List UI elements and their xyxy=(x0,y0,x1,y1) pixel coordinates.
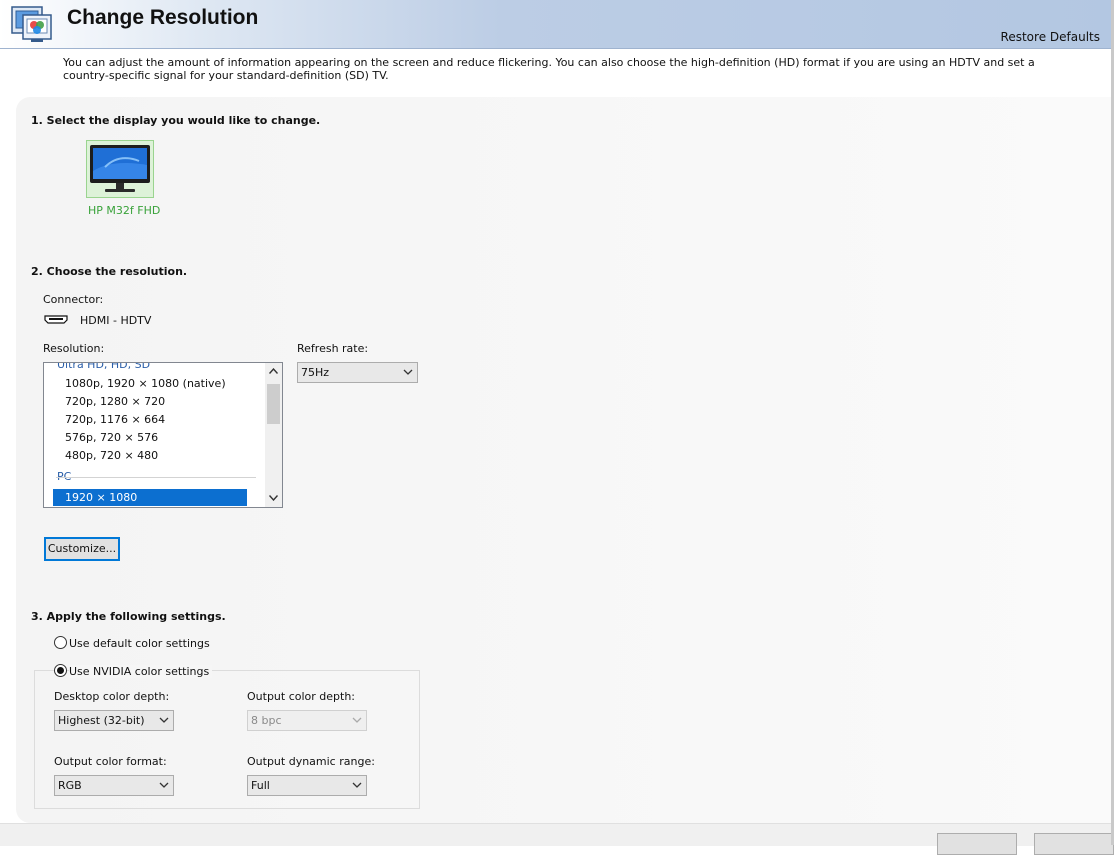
list-item[interactable]: 720p, 1176 × 664 xyxy=(53,411,247,428)
output-format-label: Output color format: xyxy=(54,755,167,768)
section1-heading: 1. Select the display you would like to … xyxy=(31,114,321,127)
output-depth-select: 8 bpc xyxy=(247,710,367,731)
radio-nvidia-color[interactable] xyxy=(54,664,67,677)
section2-heading: 2. Choose the resolution. xyxy=(31,265,188,278)
resolution-label: Resolution: xyxy=(43,342,105,355)
connector-label: Connector: xyxy=(43,293,104,306)
desktop-depth-label: Desktop color depth: xyxy=(54,690,170,703)
resolution-scrollbar[interactable] xyxy=(265,363,282,507)
list-item[interactable]: 480p, 720 × 480 xyxy=(53,447,247,464)
list-item[interactable]: 576p, 720 × 576 xyxy=(53,429,247,446)
display-name: HP M32f FHD xyxy=(88,204,161,217)
desktop-depth-select[interactable]: Highest (32-bit) xyxy=(54,710,174,731)
customize-button[interactable]: Customize... xyxy=(44,537,120,561)
page-description: You can adjust the amount of information… xyxy=(63,56,1035,82)
monitor-icon xyxy=(90,145,150,192)
output-range-select[interactable]: Full xyxy=(247,775,367,796)
refresh-rate-select[interactable]: 75Hz xyxy=(297,362,418,383)
display-tile[interactable] xyxy=(86,140,154,198)
chevron-down-icon xyxy=(159,782,169,788)
page-header: Change Resolution Restore Defaults xyxy=(0,0,1114,49)
scrollbar-thumb[interactable] xyxy=(267,384,280,424)
output-depth-label: Output color depth: xyxy=(247,690,356,703)
scroll-up-icon[interactable] xyxy=(265,363,282,380)
radio-default-color[interactable] xyxy=(54,636,67,649)
list-item[interactable]: 1080p, 1920 × 1080 (native) xyxy=(53,375,247,392)
display-settings-icon xyxy=(11,6,52,42)
resolution-listbox[interactable]: Ultra HD, HD, SD 1080p, 1920 × 1080 (nat… xyxy=(43,362,283,508)
output-range-label: Output dynamic range: xyxy=(247,755,375,768)
list-item-selected[interactable]: 1920 × 1080 xyxy=(53,489,247,506)
radio-nvidia-color-label[interactable]: Use NVIDIA color settings xyxy=(69,665,213,678)
scroll-down-icon[interactable] xyxy=(265,490,282,507)
desktop-depth-value: Highest (32-bit) xyxy=(58,714,145,727)
chevron-down-icon xyxy=(159,717,169,723)
restore-defaults-link[interactable]: Restore Defaults xyxy=(1001,30,1100,44)
section3-heading: 3. Apply the following settings. xyxy=(31,610,226,623)
page-title: Change Resolution xyxy=(67,6,259,29)
radio-default-color-label[interactable]: Use default color settings xyxy=(69,637,210,650)
hdmi-connector-icon xyxy=(44,315,68,324)
chevron-down-icon xyxy=(352,717,362,723)
list-item[interactable]: 720p, 1280 × 720 xyxy=(53,393,247,410)
chevron-down-icon xyxy=(352,782,362,788)
refresh-rate-label: Refresh rate: xyxy=(297,342,369,355)
output-format-select[interactable]: RGB xyxy=(54,775,174,796)
apply-button[interactable] xyxy=(937,833,1017,855)
output-depth-value: 8 bpc xyxy=(251,714,282,727)
chevron-down-icon xyxy=(403,369,413,375)
output-range-value: Full xyxy=(251,779,270,792)
refresh-rate-value: 75Hz xyxy=(301,366,330,379)
connector-value: HDMI - HDTV xyxy=(80,314,152,327)
cancel-button[interactable] xyxy=(1034,833,1114,855)
list-group-hd: Ultra HD, HD, SD xyxy=(57,362,151,371)
output-format-value: RGB xyxy=(58,779,82,792)
list-separator xyxy=(56,477,256,478)
